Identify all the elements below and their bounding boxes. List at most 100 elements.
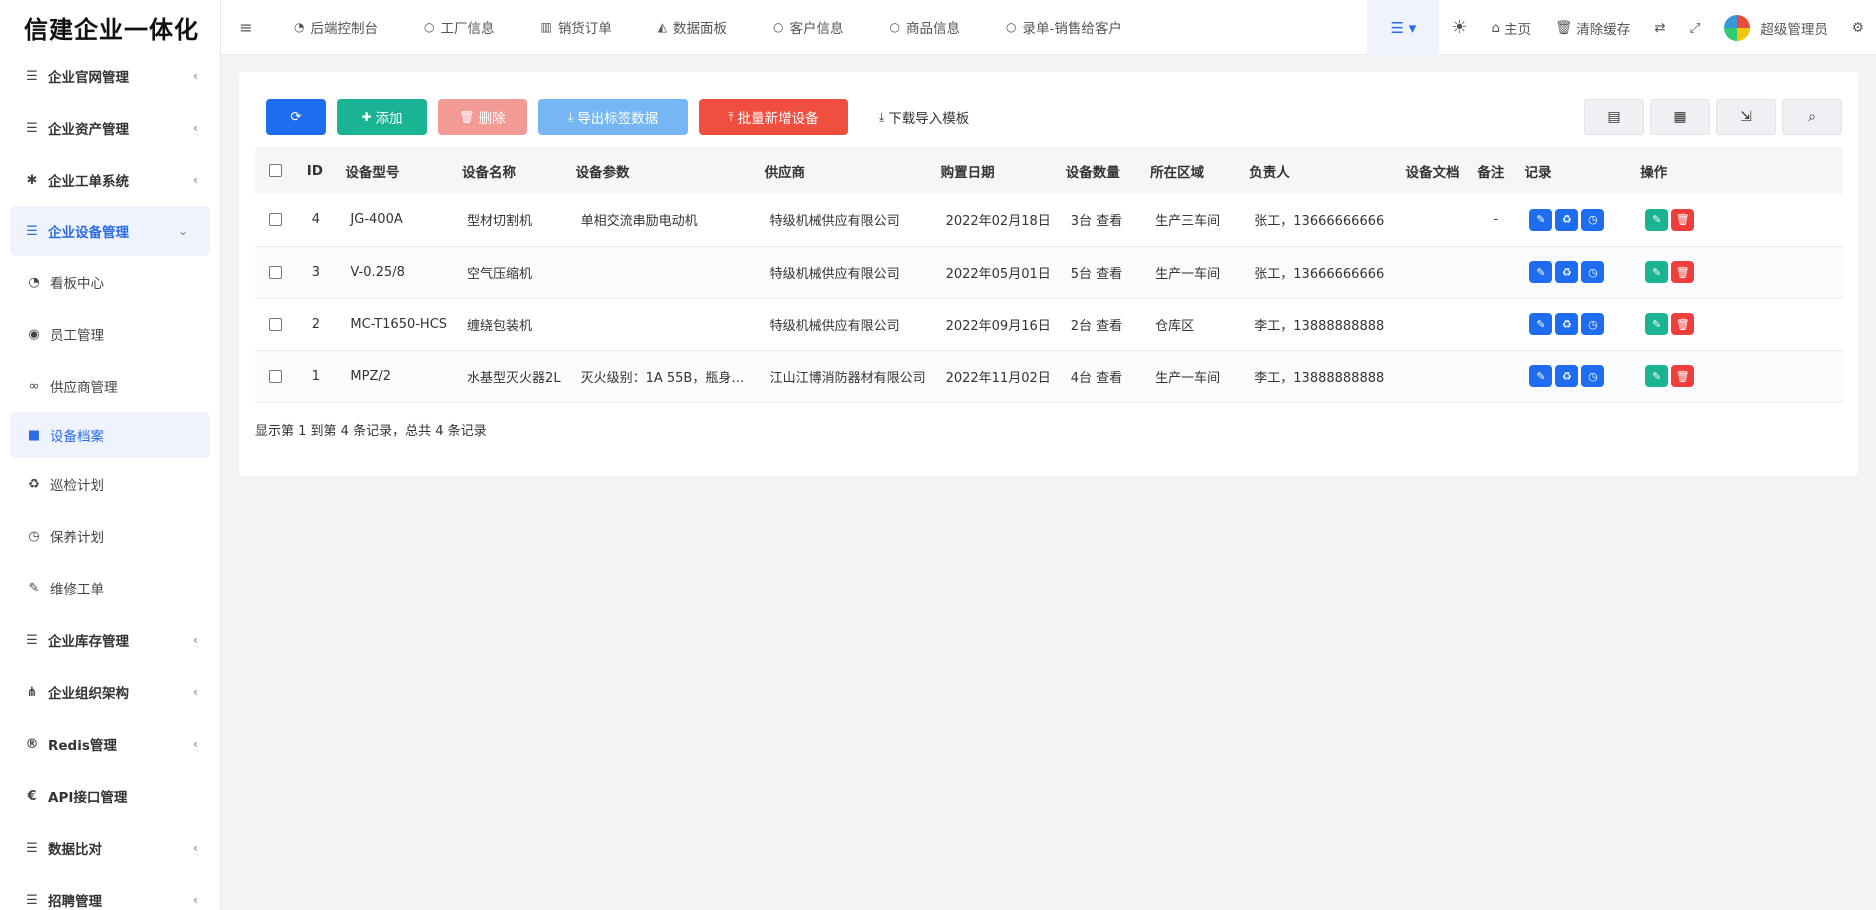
sidebar-item-15[interactable]: ☰ 数据比对 ‹ bbox=[0, 822, 220, 874]
user-menu[interactable]: 超级管理员 bbox=[1712, 0, 1840, 55]
tab-2[interactable]: ▥ 销货订单 bbox=[517, 0, 634, 54]
cell-qty[interactable]: 3台 查看 bbox=[1060, 194, 1146, 247]
clear-cache-button[interactable]: 🗑 清除缓存 bbox=[1543, 0, 1642, 55]
delete-icon[interactable]: 🗑 bbox=[1671, 313, 1695, 335]
sidebar-item-12[interactable]: ⋔ 企业组织架构 ‹ bbox=[0, 666, 220, 718]
wrench-icon[interactable]: ✎ bbox=[1529, 261, 1553, 283]
toggle-view-icon[interactable]: ▤ bbox=[1584, 99, 1644, 135]
tab-0[interactable]: ◔ 后端控制台 bbox=[271, 0, 401, 54]
sidebar-item-3[interactable]: ☰ 企业设备管理 ⌄ bbox=[10, 206, 210, 256]
refresh-button[interactable]: ⟳ bbox=[266, 99, 326, 135]
cell-area: 仓库区 bbox=[1145, 298, 1245, 351]
edit-icon[interactable]: ✎ bbox=[1645, 208, 1669, 231]
tab-label: 客户信息 bbox=[789, 21, 844, 37]
clock-icon[interactable]: ◷ bbox=[1581, 208, 1605, 231]
home-link[interactable]: ⌂ 主页 bbox=[1480, 0, 1544, 55]
select-all-checkbox[interactable] bbox=[269, 164, 282, 177]
tab-6[interactable]: ○ 录单-销售给客户 bbox=[983, 0, 1145, 54]
dashboard-icon: ◔ bbox=[294, 20, 305, 34]
wrench-icon[interactable]: ✎ bbox=[1529, 365, 1553, 387]
recycle-icon[interactable]: ♻ bbox=[1555, 365, 1579, 387]
sidebar-item-8[interactable]: ♻ 巡检计划 bbox=[0, 458, 220, 510]
actions-cell: ✎ 🗑 bbox=[1635, 194, 1843, 247]
row-checkbox[interactable] bbox=[269, 369, 282, 383]
row-checkbox[interactable] bbox=[269, 317, 282, 331]
download-template-link[interactable]: ⤓ 下载导入模板 bbox=[859, 99, 989, 135]
col-supplier: 供应商 bbox=[759, 147, 936, 194]
language-icon[interactable]: ⇄ bbox=[1642, 0, 1677, 55]
edit-icon[interactable]: ✎ bbox=[1645, 261, 1669, 283]
wrench-icon[interactable]: ✎ bbox=[1529, 208, 1553, 231]
sidebar-menu: ☰ 企业官网管理 ‹ ☰ 企业资产管理 ‹ ✱ 企业工单系统 ‹ ☰ 企业设备管理 ⌄ ◔ 看板中心 ◉ 员工… bbox=[0, 50, 220, 910]
sidebar-item-14[interactable]: € API接口管理 bbox=[0, 770, 220, 822]
sidebar-item-label: 数据比对 bbox=[48, 842, 102, 858]
delete-icon[interactable]: 🗑 bbox=[1671, 261, 1695, 283]
cell-remark bbox=[1472, 246, 1520, 299]
edit-icon[interactable]: ✎ bbox=[1645, 313, 1669, 335]
tab-label: 工厂信息 bbox=[440, 21, 495, 37]
search-icon[interactable]: ⌕ bbox=[1782, 99, 1842, 135]
sidebar-item-10[interactable]: ✎ 维修工单 bbox=[0, 562, 220, 614]
actions-cell: ✎ 🗑 bbox=[1635, 298, 1843, 351]
recycle-icon[interactable]: ♻ bbox=[1555, 261, 1579, 283]
recycle-icon[interactable]: ♻ bbox=[1555, 208, 1579, 231]
clock-icon[interactable]: ◷ bbox=[1581, 365, 1605, 387]
tab-4[interactable]: ○ 客户信息 bbox=[750, 0, 866, 54]
row-checkbox[interactable] bbox=[269, 265, 282, 279]
cell-doc bbox=[1400, 298, 1473, 351]
clock-icon[interactable]: ◷ bbox=[1581, 313, 1605, 335]
cell-area: 生产一车间 bbox=[1145, 350, 1245, 403]
batch-add-button[interactable]: ⤒ 批量新增设备 bbox=[699, 99, 848, 135]
tab-5[interactable]: ○ 商品信息 bbox=[867, 0, 983, 54]
settings-icon[interactable]: ⚙ bbox=[1840, 0, 1876, 55]
cell-qty[interactable]: 5台 查看 bbox=[1060, 246, 1146, 299]
cell-supplier: 特级机械供应有限公司 bbox=[759, 194, 936, 247]
sidebar-item-9[interactable]: ◷ 保养计划 bbox=[0, 510, 220, 562]
cell-id: 3 bbox=[301, 246, 341, 299]
recycle-icon: ♻ bbox=[28, 476, 40, 492]
columns-grid-icon[interactable]: ▦ bbox=[1650, 99, 1710, 135]
tab-3[interactable]: ◭ 数据面板 bbox=[635, 0, 750, 54]
table-row: 2 MC-T1650-HCS 缠绕包装机 特级机械供应有限公司 2022年09月16日 2… bbox=[255, 298, 1843, 351]
tab-1[interactable]: ○ 工厂信息 bbox=[401, 0, 517, 54]
theme-sun-icon[interactable]: ☀ bbox=[1439, 0, 1479, 55]
menu-dropdown-button[interactable]: ☰ ▾ bbox=[1367, 0, 1440, 55]
sidebar-item-0[interactable]: ☰ 企业官网管理 ‹ bbox=[0, 50, 220, 102]
tab-label: 录单-销售给客户 bbox=[1022, 21, 1122, 37]
sidebar-item-1[interactable]: ☰ 企业资产管理 ‹ bbox=[0, 102, 220, 154]
sidebar-item-2[interactable]: ✱ 企业工单系统 ‹ bbox=[0, 154, 220, 206]
recycle-icon[interactable]: ♻ bbox=[1555, 313, 1579, 335]
sidebar-item-5[interactable]: ◉ 员工管理 bbox=[0, 308, 220, 360]
menu-toggle-icon[interactable]: ≡ bbox=[221, 18, 271, 37]
sidebar-item-7[interactable]: ■ 设备档案 bbox=[10, 412, 210, 458]
edit-icon[interactable]: ✎ bbox=[1645, 365, 1669, 387]
sidebar-item-16[interactable]: ☰ 招聘管理 ‹ bbox=[0, 874, 220, 910]
fullscreen-icon[interactable]: ⤢ bbox=[1678, 0, 1713, 55]
col-params: 设备参数 bbox=[570, 147, 760, 194]
topbar: ≡ ◔ 后端控制台 ○ 工厂信息 ▥ 销货订单 ◭ 数据面板 ○ 客户信息 ○ 商品信息 ○ 录单-销售给… bbox=[221, 0, 1876, 55]
cell-remark bbox=[1472, 350, 1520, 403]
sidebar-item-13[interactable]: ® Redis管理 ‹ bbox=[0, 718, 220, 770]
cell-qty[interactable]: 2台 查看 bbox=[1060, 298, 1146, 351]
row-checkbox[interactable] bbox=[269, 213, 282, 227]
add-button[interactable]: ✚ 添加 bbox=[337, 99, 427, 135]
cell-qty[interactable]: 4台 查看 bbox=[1060, 350, 1146, 403]
trash-icon: 🗑 bbox=[1555, 19, 1573, 36]
delete-icon[interactable]: 🗑 bbox=[1671, 365, 1695, 387]
sidebar-item-label: 企业库存管理 bbox=[48, 634, 129, 650]
delete-icon[interactable]: 🗑 bbox=[1671, 208, 1695, 231]
col-qty: 设备数量 bbox=[1060, 147, 1146, 194]
sidebar-item-4[interactable]: ◔ 看板中心 bbox=[0, 256, 220, 308]
cell-supplier: 江山江博消防器材有限公司 bbox=[759, 350, 936, 403]
sidebar-item-label: 招聘管理 bbox=[48, 894, 102, 910]
cell-model: JG-400A bbox=[340, 194, 458, 247]
sidebar-item-11[interactable]: ☰ 企业库存管理 ‹ bbox=[0, 614, 220, 666]
export-labels-button[interactable]: ⤓ 导出标签数据 bbox=[538, 99, 688, 135]
export-icon[interactable]: ⇲ bbox=[1716, 99, 1776, 135]
wrench-icon[interactable]: ✎ bbox=[1529, 313, 1553, 335]
row-select-cell bbox=[255, 298, 302, 351]
delete-button[interactable]: 🗑 删除 bbox=[438, 99, 527, 135]
sidebar-item-6[interactable]: ∞ 供应商管理 bbox=[0, 360, 220, 412]
chevron-left-icon: ‹ bbox=[193, 685, 198, 699]
clock-icon[interactable]: ◷ bbox=[1581, 261, 1605, 283]
